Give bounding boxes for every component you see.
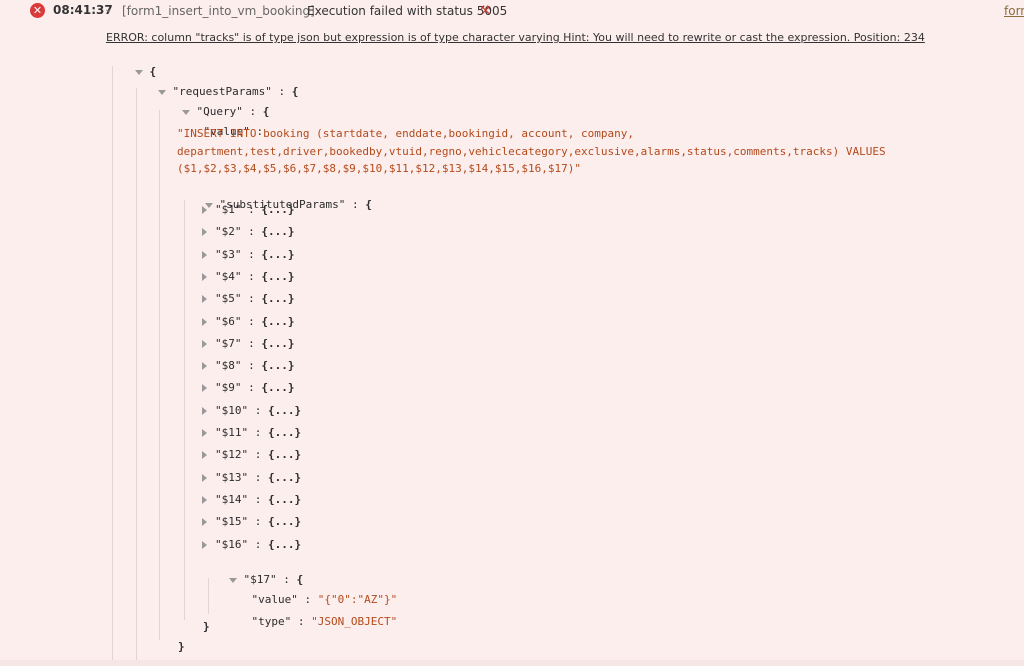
indent-guide: [136, 88, 137, 660]
indent-guide: [112, 66, 113, 660]
collapsed-placeholder[interactable]: {...}: [261, 381, 294, 394]
param-key: "$11": [215, 426, 249, 439]
sql-line-2: department,test,driver,bookedby,vtuid,re…: [177, 145, 886, 158]
param-key: "$3": [215, 247, 242, 261]
expand-icon[interactable]: [202, 339, 207, 348]
collapsed-param-row[interactable]: "$15" : {...}: [202, 515, 301, 529]
collapsed-param-row[interactable]: "$12" : {...}: [202, 448, 301, 462]
collapsed-placeholder[interactable]: {...}: [268, 404, 301, 417]
collapsed-placeholder[interactable]: {...}: [268, 426, 301, 439]
collapsed-placeholder[interactable]: {...}: [261, 337, 294, 350]
error-icon: ✕: [30, 3, 45, 18]
collapsed-placeholder[interactable]: {...}: [261, 203, 294, 216]
collapsed-placeholder[interactable]: {...}: [261, 270, 294, 283]
expand-icon[interactable]: [202, 429, 207, 437]
collapsed-placeholder[interactable]: {...}: [261, 292, 294, 305]
collapsed-placeholder[interactable]: {...}: [268, 448, 301, 461]
expand-icon[interactable]: [202, 451, 207, 460]
collapsed-placeholder[interactable]: {...}: [268, 471, 301, 484]
collapsed-placeholder[interactable]: {...}: [261, 225, 294, 238]
param-key: "$14": [215, 492, 249, 506]
expand-icon[interactable]: [202, 272, 207, 281]
expand-icon[interactable]: [202, 540, 207, 549]
collapsed-placeholder[interactable]: {...}: [268, 538, 301, 551]
collapsed-param-row[interactable]: "$16" : {...}: [202, 538, 301, 552]
expand-icon[interactable]: [202, 406, 207, 415]
expand-icon[interactable]: [202, 473, 207, 482]
collapsed-placeholder[interactable]: {...}: [268, 515, 301, 528]
expand-icon[interactable]: [202, 495, 207, 504]
param-17-type: "type" : "JSON_OBJECT": [251, 615, 398, 628]
collapsed-param-row[interactable]: "$6" : {...}: [202, 315, 295, 329]
param-key: "$16": [215, 537, 249, 551]
param-key: "$8": [215, 359, 242, 373]
sql-line-3: ($1,$2,$3,$4,$5,$6,$7,$8,$9,$10,$11,$12,…: [177, 162, 581, 175]
collapsed-placeholder[interactable]: {...}: [261, 248, 294, 261]
collapsed-param-row[interactable]: "$7" : {...}: [202, 337, 295, 351]
expand-icon[interactable]: [202, 362, 207, 371]
source-link[interactable]: form: [1004, 4, 1024, 18]
collapsed-param-row[interactable]: "$13" : {...}: [202, 471, 301, 485]
param-key: "$1": [215, 203, 242, 216]
expand-icon[interactable]: [202, 250, 207, 259]
param-key: "$13": [215, 470, 249, 484]
collapsed-placeholder[interactable]: {...}: [261, 359, 294, 372]
param-key: "$12": [215, 448, 249, 462]
collapsed-param-row[interactable]: "$1" : {...}: [202, 203, 295, 217]
param-key: "$15": [215, 515, 249, 529]
collapsed-param-row[interactable]: "$2" : {...}: [202, 225, 295, 239]
collapsed-param-row[interactable]: "$11" : {...}: [202, 426, 301, 440]
expand-icon[interactable]: [202, 317, 207, 326]
param-key: "$5": [215, 292, 242, 306]
param-key: "$6": [215, 314, 242, 328]
status-message: Execution failed with status 5005: [307, 4, 508, 18]
indent-guide: [184, 200, 185, 620]
collapsed-param-row[interactable]: "$10" : {...}: [202, 404, 301, 418]
expand-icon[interactable]: [202, 384, 207, 393]
magic-wand-icon[interactable]: ⚒: [480, 3, 491, 17]
param-key: "$4": [215, 269, 242, 283]
expand-icon[interactable]: [202, 518, 207, 527]
collapsed-param-row[interactable]: "$4" : {...}: [202, 270, 295, 284]
bottom-border: [0, 660, 1024, 666]
expand-icon[interactable]: [202, 295, 207, 304]
chevron-down-icon[interactable]: ⌄: [104, 4, 112, 15]
param-17-close: }: [203, 620, 210, 633]
query-close: }: [178, 640, 185, 653]
param-key: "$10": [215, 403, 249, 417]
collapsed-param-row[interactable]: "$3" : {...}: [202, 248, 295, 262]
log-entry-header[interactable]: ✕ 08:41:37 ⌄ [form1_insert_into_vm_booki…: [0, 0, 1024, 24]
collapsed-param-row[interactable]: "$9" : {...}: [202, 381, 295, 395]
param-key: "$2": [215, 225, 242, 239]
query-name[interactable]: [form1_insert_into_vm_booking]: [122, 4, 315, 18]
param-key: "$7": [215, 336, 242, 350]
error-details: ERROR: column "tracks" is of type json b…: [106, 31, 925, 44]
indent-guide: [159, 110, 160, 640]
collapsed-placeholder[interactable]: {...}: [268, 493, 301, 506]
param-key: "$9": [215, 381, 242, 395]
sql-line-1: "INSERT INTO booking (startdate, enddate…: [177, 127, 634, 140]
collapsed-param-row[interactable]: "$14" : {...}: [202, 493, 301, 507]
collapsed-placeholder[interactable]: {...}: [261, 315, 294, 328]
collapsed-param-row[interactable]: "$8" : {...}: [202, 359, 295, 373]
expand-icon[interactable]: [202, 206, 207, 214]
expand-icon[interactable]: [202, 228, 207, 237]
collapsed-param-row[interactable]: "$5" : {...}: [202, 292, 295, 306]
